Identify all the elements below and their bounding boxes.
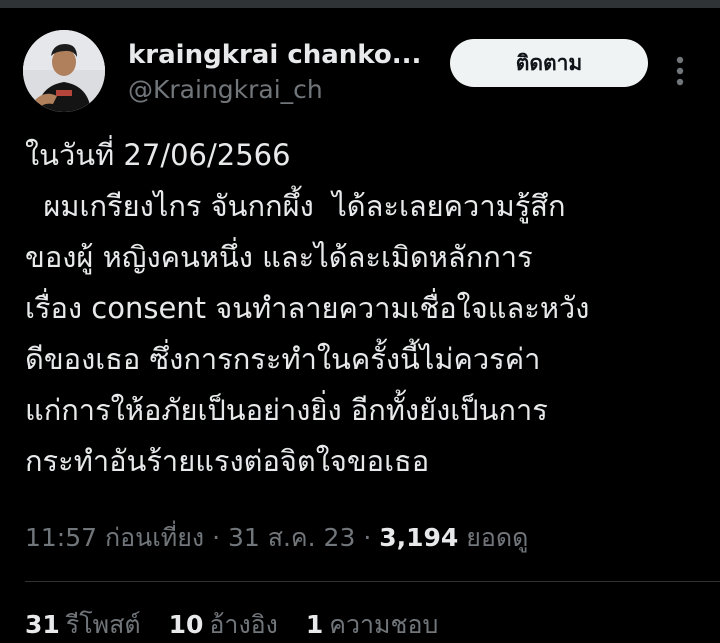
quotes-stat[interactable]: 10 อ้างอิง bbox=[169, 610, 278, 639]
tweet-text-line: ดีของเธอ ซึ่งการกระทำในครั้งนี้ไม่ควรค่า bbox=[25, 342, 541, 376]
tweet-header: kraingkrai chanko... @Kraingkrai_ch ติดต… bbox=[0, 8, 720, 120]
stats-divider bbox=[25, 581, 720, 582]
meta-separator: · bbox=[355, 523, 380, 552]
tweet-text-line: เรื่อง consent จนทำลายความเชื่อใจและหวัง bbox=[25, 291, 590, 325]
author-handle[interactable]: @Kraingkrai_ch bbox=[128, 74, 323, 106]
meta-separator: · bbox=[204, 523, 228, 552]
tweet-text-line: กระทำอันร้ายแรงต่อจิตใจขอเธอ bbox=[25, 444, 430, 478]
tweet-meta: 11:57 ก่อนเที่ยง · 31 ส.ค. 23 · 3,194 ยอ… bbox=[25, 518, 715, 558]
tweet-text: ในวันที่ 27/06/2566 ผมเกรียงไกร จันกกผึ้… bbox=[25, 130, 705, 487]
follow-button[interactable]: ติดตาม bbox=[450, 39, 648, 87]
tweet-date[interactable]: 31 ส.ค. 23 bbox=[228, 523, 355, 552]
engagement-stats: 31 รีโพสต์ 10 อ้างอิง 1 ความชอบ bbox=[25, 607, 715, 643]
reposts-label: รีโพสต์ bbox=[65, 610, 141, 639]
author-display-name[interactable]: kraingkrai chanko... bbox=[128, 39, 428, 71]
views-label: ยอดดู bbox=[466, 523, 529, 552]
tweet-time[interactable]: 11:57 ก่อนเที่ยง bbox=[25, 523, 204, 552]
more-options-button[interactable] bbox=[664, 48, 696, 94]
avatar[interactable] bbox=[23, 30, 105, 112]
tweet-text-line: แก่การให้อภัยเป็นอย่างยิ่ง อีกทั้งยังเป็… bbox=[25, 393, 548, 427]
reposts-stat[interactable]: 31 รีโพสต์ bbox=[25, 610, 141, 639]
quotes-label: อ้างอิง bbox=[209, 610, 278, 639]
reposts-count: 31 bbox=[25, 610, 60, 639]
top-divider bbox=[0, 0, 720, 8]
views-count: 3,194 bbox=[379, 523, 459, 552]
tweet-text-line: ของผู้ หญิงคนหนึ่ง และได้ละเมิดหลักการ bbox=[25, 240, 533, 274]
likes-count: 1 bbox=[305, 610, 324, 639]
likes-label: ความชอบ bbox=[329, 610, 439, 639]
likes-stat[interactable]: 1 ความชอบ bbox=[306, 610, 439, 639]
more-vertical-icon bbox=[676, 56, 684, 86]
tweet-text-line: ในวันที่ 27/06/2566 bbox=[25, 138, 291, 172]
tweet-text-line: ผมเกรียงไกร จันกกผึ้ง ได้ละเลยความรู้สึก bbox=[25, 189, 566, 223]
profile-photo-icon bbox=[23, 30, 105, 112]
quotes-count: 10 bbox=[168, 610, 204, 639]
